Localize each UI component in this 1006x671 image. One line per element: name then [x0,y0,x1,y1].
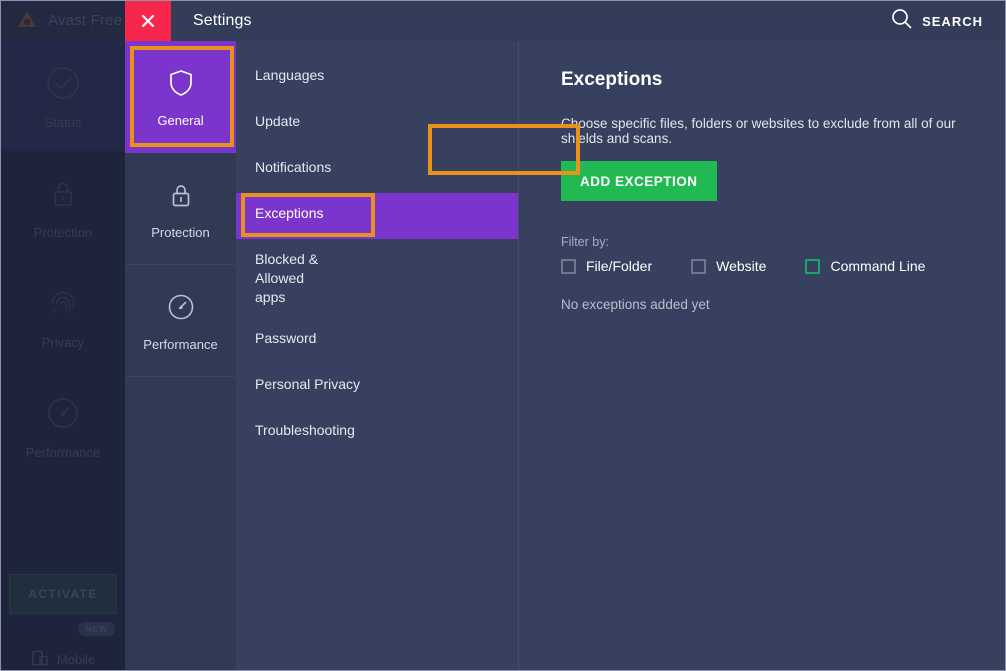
checkbox-command-line[interactable] [805,258,821,274]
subnav-item-exceptions[interactable]: Exceptions [236,193,518,239]
filter-option-website[interactable]: Website [691,258,766,274]
search-label: SEARCH [922,13,983,29]
filter-option-file-folder[interactable]: File/Folder [561,258,652,274]
page-description: Choose specific files, folders or websit… [561,116,956,146]
settings-category-label: Performance [143,336,218,352]
settings-category-general[interactable]: General [125,41,236,153]
settings-category-label: Protection [151,224,210,240]
settings-window: Settings SEARCH General Protection Perfo… [125,1,1005,670]
lock-icon [164,178,198,212]
settings-category-column: General Protection Performance [125,41,237,670]
filter-label-website: Website [716,258,767,274]
subnav-item-blocked-allowed-apps[interactable]: Blocked & Allowed apps [236,239,335,318]
page-title: Exceptions [561,69,663,90]
exceptions-pane: Exceptions Choose specific files, folder… [519,41,1005,670]
settings-title: Settings [193,12,252,29]
shield-icon [164,66,198,100]
settings-category-label: General [157,112,204,128]
filter-label-command-line: Command Line [830,258,926,274]
add-exception-button[interactable]: ADD EXCEPTION [561,161,717,201]
close-button[interactable] [125,1,171,41]
filter-options: File/Folder Website Command Line [561,258,975,274]
subnav-item-personal-privacy[interactable]: Personal Privacy [236,364,518,410]
settings-titlebar: Settings SEARCH [125,1,1005,41]
settings-subnav: Languages Update Notifications Exception… [236,41,519,670]
subnav-item-update[interactable]: Update [236,101,518,147]
speedometer-icon [164,290,198,324]
filter-by-label: Filter by: [561,235,609,249]
empty-state-message: No exceptions added yet [561,297,710,312]
filter-option-command-line[interactable]: Command Line [805,258,925,274]
subnav-item-languages[interactable]: Languages [236,55,518,101]
filter-label-file-folder: File/Folder [586,258,653,274]
close-icon [141,14,155,28]
subnav-item-troubleshooting[interactable]: Troubleshooting [236,410,518,456]
settings-category-protection[interactable]: Protection [125,153,236,265]
checkbox-file-folder[interactable] [561,258,576,274]
screenshot-root: Avast Free A Status Protection Privacy P… [0,0,1006,671]
subnav-item-notifications[interactable]: Notifications [236,147,518,193]
search-icon [891,8,912,34]
subnav-item-password[interactable]: Password [236,318,518,364]
settings-category-performance[interactable]: Performance [125,265,236,377]
checkbox-website[interactable] [691,258,707,274]
search-button[interactable]: SEARCH [891,1,983,41]
